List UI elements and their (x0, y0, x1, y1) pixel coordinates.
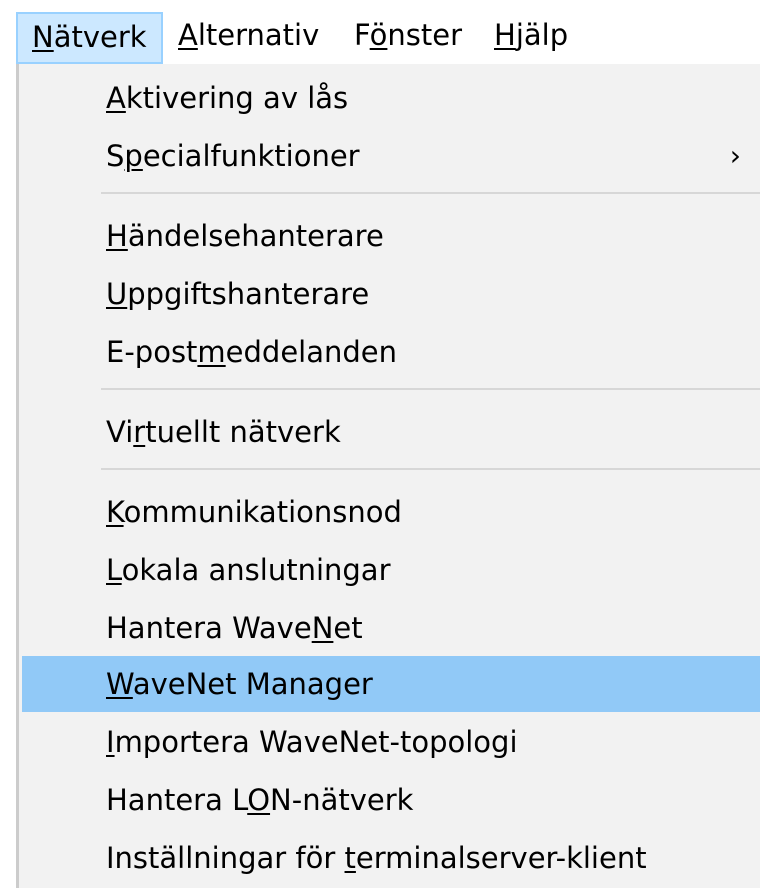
mnemonic-key: W (106, 667, 133, 701)
mnemonic-post: tuellt nätverk (145, 415, 341, 449)
mnemonic-post: jälp (515, 18, 569, 52)
mnemonic-key: A (178, 18, 198, 52)
mnemonic-key: p (124, 139, 143, 173)
menu-item-hantera-lon-natverk[interactable]: Hantera LON-nätverk (22, 772, 760, 828)
menu-separator (101, 388, 760, 390)
mnemonic-post: ppgiftshanterare (127, 277, 370, 311)
mnemonic-key: L (106, 553, 122, 587)
menubar-hjalp[interactable]: Hjälp (480, 12, 582, 64)
mnemonic-post: aveNet Manager (132, 667, 373, 701)
mnemonic-key: I (106, 725, 115, 759)
mnemonic-pre: Inställningar för (106, 841, 345, 875)
mnemonic-key: N (32, 20, 54, 54)
menu-item-handelsehanterare[interactable]: Händelsehanterare (22, 208, 760, 264)
mnemonic-post: ändelsehanterare (127, 219, 384, 253)
mnemonic-post: ktivering av lås (125, 81, 349, 115)
mnemonic-post: et (333, 611, 363, 645)
mnemonic-post: ätverk (53, 20, 147, 54)
mnemonic-post: okala anslutningar (121, 553, 391, 587)
menu-item-virtuellt-natverk[interactable]: Virtuellt nätverk (22, 404, 760, 460)
mnemonic-key: r (133, 415, 146, 449)
mnemonic-key: t (344, 841, 356, 875)
menu-item-e-postmeddelanden[interactable]: E-postmeddelanden (22, 324, 760, 380)
mnemonic-pre: E-post (106, 335, 198, 369)
mnemonic-key: K (106, 495, 124, 529)
mnemonic-post: lternativ (197, 18, 320, 52)
mnemonic-pre: S (106, 139, 125, 173)
mnemonic-key: H (106, 219, 128, 253)
mnemonic-post: mportera WaveNet-topologi (114, 725, 518, 759)
menu-item-lokala-anslutningar[interactable]: Lokala anslutningar (22, 542, 760, 598)
mnemonic-post: ommunikationsnod (123, 495, 402, 529)
mnemonic-key: ö (369, 18, 388, 52)
menubar-fonster[interactable]: Fönster (340, 12, 476, 64)
menu-item-hantera-wavenet[interactable]: Hantera WaveNet (22, 600, 760, 656)
menubar-alternativ[interactable]: Alternativ (164, 12, 333, 64)
mnemonic-post: nster (387, 18, 463, 52)
menu-item-specialfunktioner[interactable]: Specialfunktioner › (22, 128, 760, 184)
chevron-right-icon: › (729, 139, 741, 172)
menu-item-aktivering-av-las[interactable]: Aktivering av lås (22, 70, 760, 126)
mnemonic-key: N (311, 611, 334, 645)
natverk-dropdown-menu: Aktivering av lås Specialfunktioner › Hän… (16, 64, 760, 888)
mnemonic-key: A (106, 81, 126, 115)
mnemonic-key: U (106, 277, 128, 311)
menu-bar: Nätverk Alternativ Fönster Hjälp (0, 0, 760, 66)
mnemonic-pre: Vi (106, 415, 134, 449)
menu-item-installningar-terminalserver-klient[interactable]: Inställningar för terminalserver-klient (22, 830, 760, 886)
menubar-natverk[interactable]: Nätverk (16, 12, 163, 64)
mnemonic-post: eddelanden (225, 335, 398, 369)
mnemonic-post: N-nätverk (270, 783, 414, 817)
mnemonic-pre: Hantera L (106, 783, 248, 817)
menu-item-wavenet-manager[interactable]: WaveNet Manager (22, 656, 760, 712)
menu-item-importera-wavenet-topologi[interactable]: Importera WaveNet-topologi (22, 714, 760, 770)
menu-separator (101, 192, 760, 194)
mnemonic-key: H (494, 18, 516, 52)
mnemonic-pre: F (354, 18, 370, 52)
mnemonic-pre: Hantera Wave (106, 611, 312, 645)
mnemonic-key: m (197, 335, 226, 369)
mnemonic-post: ecialfunktioner (142, 139, 360, 173)
menu-separator (101, 468, 760, 470)
menu-item-kommunikationsnod[interactable]: Kommunikationsnod (22, 484, 760, 540)
menu-item-uppgiftshanterare[interactable]: Uppgiftshanterare (22, 266, 760, 322)
mnemonic-key: O (247, 783, 271, 817)
mnemonic-post: erminalserver-klient (355, 841, 647, 875)
